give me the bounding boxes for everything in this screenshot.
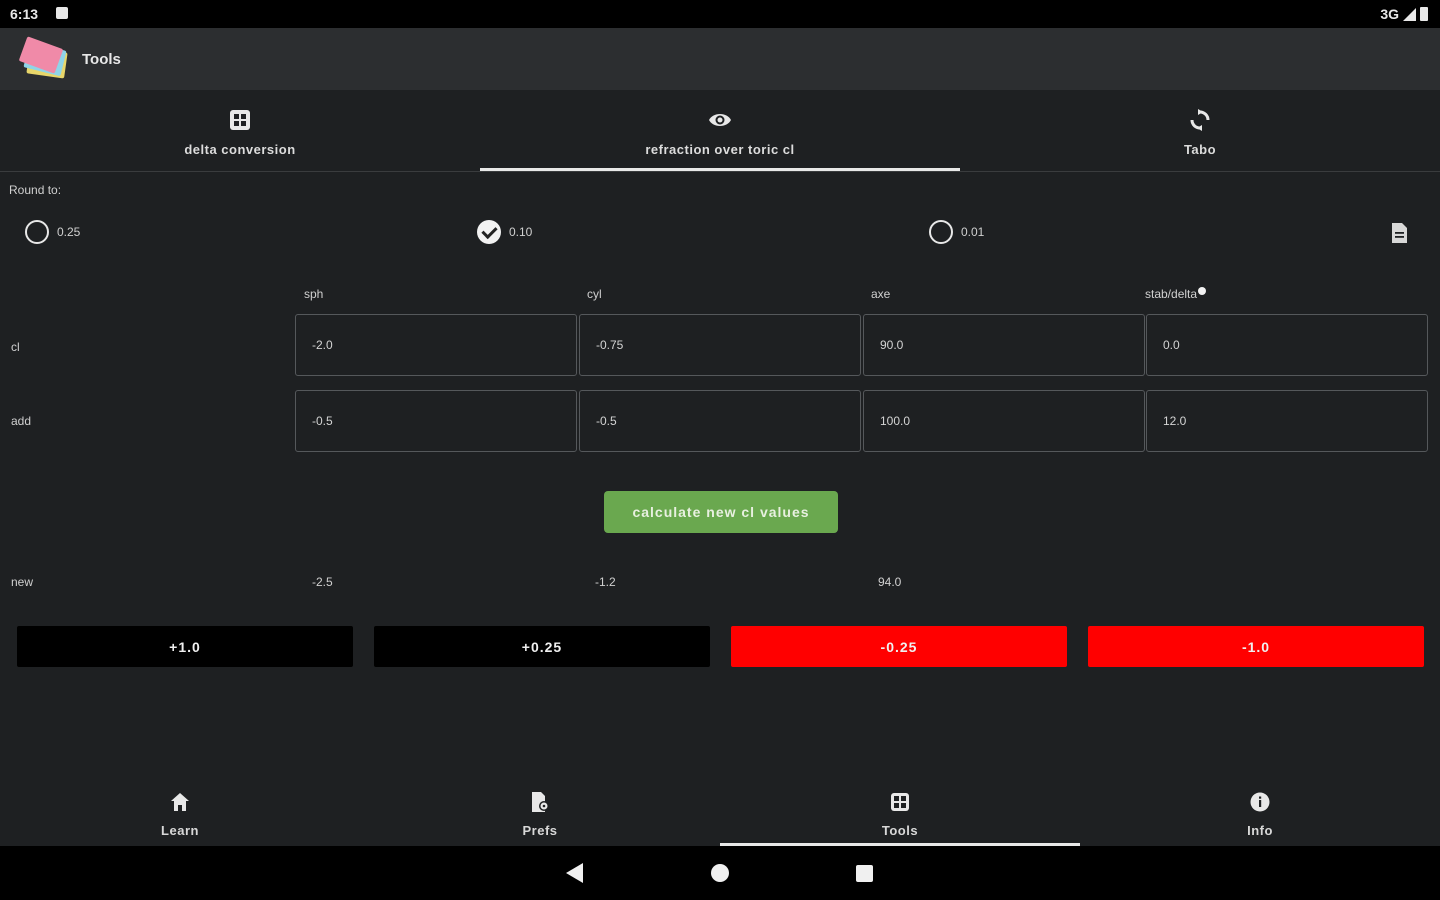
- rotate-icon: [1190, 109, 1210, 131]
- add-cyl-field[interactable]: [579, 390, 861, 452]
- home-circle-icon[interactable]: [711, 864, 729, 882]
- notification-icon: [56, 7, 68, 19]
- radio-unchecked-icon: [929, 220, 953, 244]
- round-to-label: Round to:: [9, 183, 62, 197]
- nav-learn[interactable]: Learn: [0, 776, 360, 846]
- calculator-icon: [891, 793, 909, 811]
- radio-round-0-10[interactable]: 0.10: [477, 220, 532, 244]
- tab-delta-conversion[interactable]: delta conversion: [0, 90, 480, 172]
- tab-tabo[interactable]: Tabo: [960, 90, 1440, 172]
- app-title: Tools: [82, 51, 121, 68]
- status-indicators: 3G: [1380, 6, 1428, 22]
- nav-info[interactable]: Info: [1080, 776, 1440, 846]
- app-logo-icon: [19, 36, 68, 79]
- info-dot-icon: [1198, 287, 1207, 295]
- radio-label: 0.25: [57, 225, 81, 239]
- network-type: 3G: [1380, 6, 1399, 22]
- result-label: new: [11, 575, 34, 589]
- document-icon[interactable]: [1390, 222, 1408, 244]
- add-sph-field[interactable]: [295, 390, 577, 452]
- signal-icon: [1403, 7, 1416, 21]
- app-bar: Tools: [0, 28, 1440, 90]
- radio-unchecked-icon: [25, 220, 49, 244]
- radio-label: 0.10: [509, 225, 533, 239]
- system-navigation-bar: [0, 846, 1440, 900]
- column-header-stab-delta: stab/delta: [1145, 287, 1207, 301]
- radio-round-0-01[interactable]: 0.01: [929, 220, 984, 244]
- status-time: 6:13: [10, 6, 39, 22]
- status-bar: 6:13 3G: [0, 0, 1440, 28]
- add-stab-field[interactable]: [1146, 390, 1428, 452]
- tab-label: refraction over toric cl: [645, 142, 795, 157]
- adjust-plus-0-25-button[interactable]: +0.25: [374, 626, 710, 667]
- eye-icon: [709, 114, 731, 126]
- calculate-button[interactable]: calculate new cl values: [604, 491, 838, 533]
- adjust-plus-1-button[interactable]: +1.0: [17, 626, 353, 667]
- column-header-sph: sph: [304, 287, 324, 301]
- column-header-axe: axe: [871, 287, 891, 301]
- result-cyl: -1.2: [595, 575, 616, 589]
- calculator-icon: [230, 110, 250, 130]
- row-label-cl: cl: [11, 340, 20, 354]
- prefs-icon: [532, 792, 549, 812]
- tab-bar: delta conversion refraction over toric c…: [0, 90, 1440, 172]
- info-icon: [1250, 792, 1270, 812]
- result-axe: 94.0: [878, 575, 902, 589]
- battery-icon: [1420, 7, 1428, 21]
- nav-label: Learn: [161, 823, 199, 838]
- nav-tools[interactable]: Tools: [720, 776, 1080, 846]
- cl-sph-field[interactable]: [295, 314, 577, 376]
- column-header-cyl: cyl: [587, 287, 602, 301]
- add-axe-field[interactable]: [863, 390, 1145, 452]
- cl-stab-field[interactable]: [1146, 314, 1428, 376]
- tab-indicator: [480, 168, 960, 171]
- tab-label: Tabo: [1183, 142, 1217, 157]
- recents-icon[interactable]: [856, 865, 873, 882]
- bottom-navigation: Learn Prefs Tools Info: [0, 776, 1440, 846]
- nav-label: Tools: [881, 823, 919, 838]
- column-header-label: stab/delta: [1145, 287, 1198, 301]
- result-sph: -2.5: [312, 575, 333, 589]
- radio-checked-icon: [477, 220, 501, 244]
- cl-cyl-field[interactable]: [579, 314, 861, 376]
- tab-label: delta conversion: [184, 142, 296, 157]
- adjust-minus-1-button[interactable]: -1.0: [1088, 626, 1424, 667]
- row-label-add: add: [11, 414, 32, 428]
- adjust-minus-0-25-button[interactable]: -0.25: [731, 626, 1067, 667]
- nav-label: Info: [1247, 823, 1273, 838]
- radio-round-0-25[interactable]: 0.25: [25, 220, 80, 244]
- home-icon: [171, 793, 189, 811]
- radio-label: 0.01: [961, 225, 985, 239]
- back-icon[interactable]: [566, 863, 583, 883]
- nav-prefs[interactable]: Prefs: [360, 776, 720, 846]
- cl-axe-field[interactable]: [863, 314, 1145, 376]
- tab-refraction-over-toric-cl[interactable]: refraction over toric cl: [480, 90, 960, 172]
- nav-label: Prefs: [522, 823, 558, 838]
